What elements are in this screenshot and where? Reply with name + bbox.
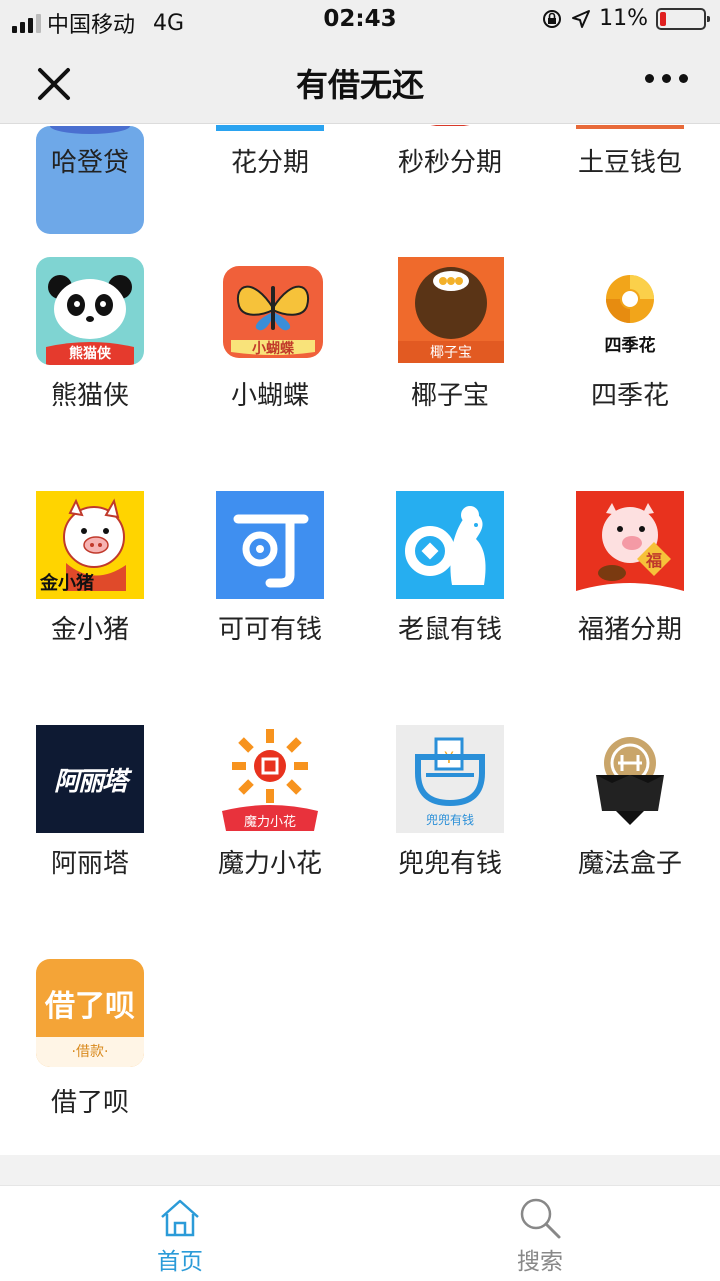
app-label: 可可有钱	[217, 615, 322, 645]
app-item-xiaohudie[interactable]: 小蝴蝶 小蝴蝶	[180, 228, 360, 428]
app-item-sijihua[interactable]: 四季花 四季花	[540, 228, 720, 428]
doudou-icon: ¥ 兜兜有钱	[396, 725, 504, 833]
tab-search[interactable]: 搜索	[360, 1186, 720, 1281]
app-label: 魔力小花	[217, 849, 322, 879]
gold-pig-icon-text: 金小猪	[40, 573, 94, 594]
content-divider	[0, 1155, 720, 1185]
mouse-icon	[396, 491, 504, 599]
butterfly-icon: 小蝴蝶	[223, 266, 323, 358]
app-item-kekeyouqian[interactable]: 可可有钱	[180, 462, 360, 662]
app-item-jielebei[interactable]: 借了呗 ·借款· 借了呗	[0, 930, 180, 1130]
doudou-icon-text: 兜兜有钱	[425, 813, 474, 827]
app-item-molixiaohua[interactable]: 魔力小花 魔力小花	[180, 696, 360, 896]
jielebei-icon: 借了呗 ·借款·	[36, 959, 144, 1067]
app-label: 小蝴蝶	[230, 381, 309, 411]
app-label: 兜兜有钱	[397, 849, 502, 879]
sijihua-icon-text: 四季花	[604, 336, 656, 356]
tab-home[interactable]: 首页	[0, 1186, 360, 1281]
app-item-hadengdai[interactable]: 哈登贷	[0, 125, 180, 234]
panda-icon-text: 熊猫侠	[69, 346, 111, 362]
app-label: 金小猪	[50, 615, 129, 645]
app-item-laoshuyouqian[interactable]: 老鼠有钱	[360, 462, 540, 662]
app-label: 阿丽塔	[50, 849, 129, 879]
miaomiaofenqi-icon	[396, 125, 504, 126]
app-label: 福猪分期	[577, 615, 682, 645]
orientation-lock-icon	[543, 9, 562, 28]
page-title: 有借无还	[295, 66, 424, 104]
lucky-pig-icon: 福	[576, 491, 684, 599]
moli-flower-icon-text: 魔力小花	[243, 815, 296, 830]
panda-icon: 熊猫侠	[36, 257, 144, 365]
tab-home-label: 首页	[157, 1249, 203, 1275]
app-item-miaomiaofenqi[interactable]: 秒秒分期	[360, 125, 540, 195]
status-left: 中国移动 4G	[12, 7, 184, 39]
magic-box-icon	[576, 725, 684, 833]
app-item-doudouyouqian[interactable]: ¥ 兜兜有钱 兜兜有钱	[360, 696, 540, 896]
coconut-icon-text: 椰子宝	[430, 345, 472, 361]
app-label: 老鼠有钱	[397, 615, 502, 645]
search-icon	[520, 1198, 561, 1239]
tudouqianbao-icon	[576, 125, 684, 129]
sijihua-icon: 四季花	[576, 257, 684, 365]
app-item-xiongmaoxia[interactable]: 熊猫侠 熊猫侠	[0, 228, 180, 428]
tab-bar: 首页 搜索	[0, 1185, 720, 1280]
app-label: 哈登贷	[50, 148, 129, 178]
close-icon[interactable]	[32, 62, 76, 106]
app-grid: 哈登贷 花分期 秒秒分期 土豆钱包 熊猫侠 熊猫侠 小蝴蝶 小蝴蝶 椰子宝 椰子…	[0, 125, 720, 1155]
keke-icon	[216, 491, 324, 599]
app-label: 椰子宝	[410, 381, 489, 411]
jielebei-icon-subtext: ·借款·	[71, 1044, 109, 1060]
app-item-jinxiaozhu[interactable]: 金小猪 金小猪	[0, 462, 180, 662]
app-label: 魔法盒子	[577, 849, 682, 879]
app-label: 熊猫侠	[50, 381, 129, 411]
nav-bar: 有借无还	[0, 40, 720, 124]
alita-icon-text: 阿丽塔	[53, 767, 128, 797]
more-icon[interactable]	[645, 74, 688, 83]
app-item-mofahezi[interactable]: 魔法盒子	[540, 696, 720, 896]
app-label: 借了呗	[50, 1088, 129, 1118]
status-bar: 中国移动 4G 02:43 11%	[0, 0, 720, 40]
battery-icon	[656, 7, 710, 30]
tab-search-label: 搜索	[517, 1249, 563, 1275]
lucky-pig-icon-text: 福	[646, 551, 663, 570]
app-label: 四季花	[590, 381, 669, 411]
app-label: 土豆钱包	[577, 148, 682, 178]
app-item-huafenqi[interactable]: 花分期	[180, 125, 360, 195]
moli-flower-icon: 魔力小花	[216, 725, 324, 833]
app-label: 秒秒分期	[397, 148, 502, 178]
alita-icon: 阿丽塔	[36, 725, 144, 833]
app-item-alita[interactable]: 阿丽塔 阿丽塔	[0, 696, 180, 896]
network-type: 4G	[153, 10, 185, 36]
app-item-tudouqianbao[interactable]: 土豆钱包	[540, 125, 720, 195]
battery-percent: 11%	[599, 6, 648, 31]
home-icon	[161, 1199, 199, 1237]
status-right: 11%	[541, 6, 710, 31]
app-label: 花分期	[230, 148, 309, 178]
carrier-name: 中国移动	[47, 13, 136, 38]
app-item-fuzhufenqi[interactable]: 福 福猪分期	[540, 462, 720, 662]
app-item-yezibao[interactable]: 椰子宝 椰子宝	[360, 228, 540, 428]
signal-icon	[12, 13, 41, 33]
butterfly-icon-text: 小蝴蝶	[252, 341, 294, 357]
gold-pig-icon: 金小猪	[36, 491, 144, 599]
location-arrow-icon	[572, 9, 591, 28]
coconut-icon: 椰子宝	[398, 257, 504, 363]
jielebei-icon-text: 借了呗	[45, 989, 135, 1024]
huafenqi-icon	[216, 125, 324, 131]
